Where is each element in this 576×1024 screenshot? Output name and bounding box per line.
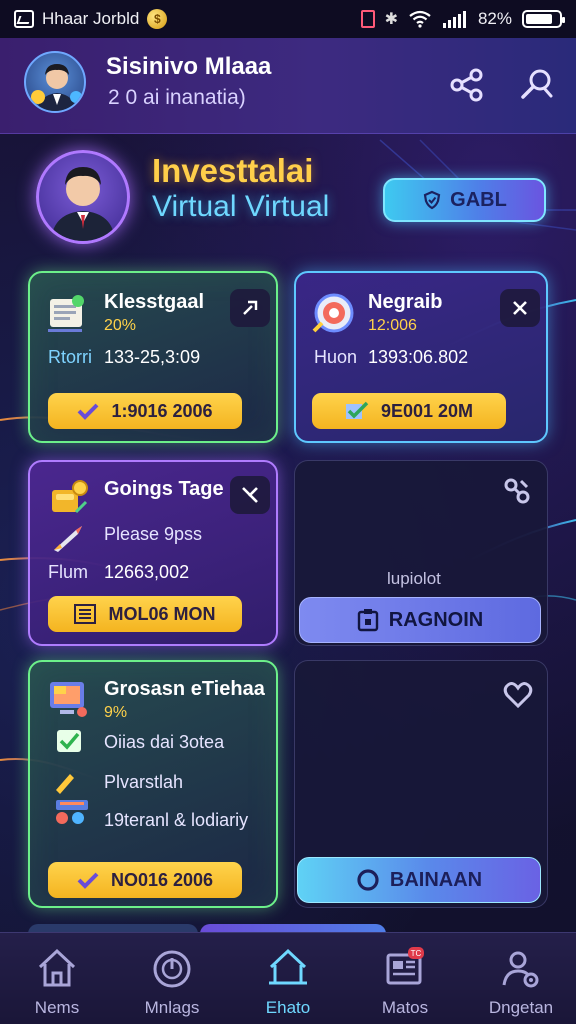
- card-yellow-button[interactable]: 9E001 20M: [312, 393, 506, 429]
- circle-icon: [357, 869, 379, 891]
- gallery-icon: [14, 10, 34, 28]
- card-check-line: Oiias dai 3otea: [104, 732, 225, 752]
- document-icon: [48, 295, 84, 332]
- shield-icon: [423, 190, 441, 210]
- coin-icon: $: [147, 9, 168, 29]
- nav-item-news[interactable]: TC Matos: [360, 945, 450, 1018]
- gauge-icon: [153, 950, 191, 988]
- card-yellow-button[interactable]: 1:9016 2006: [48, 393, 242, 429]
- link-icon[interactable]: [501, 475, 533, 507]
- home-icon: [38, 948, 76, 987]
- bluetooth-icon: ✱: [384, 11, 398, 28]
- profile-avatar[interactable]: [36, 150, 130, 244]
- rocket-icon: [54, 526, 82, 552]
- card-menu-button[interactable]: [230, 289, 270, 327]
- search-icon[interactable]: [518, 66, 556, 104]
- sim-icon: [360, 10, 375, 28]
- card-value: 133-25,3:09: [104, 347, 201, 367]
- card-percent: 9%: [104, 704, 128, 721]
- card-label: Flum: [48, 562, 88, 582]
- card-title: Negraib: [368, 291, 443, 313]
- news-icon: TC: [386, 947, 424, 985]
- profile-action-label: GABL: [450, 188, 507, 211]
- card-label: Huon: [314, 347, 358, 367]
- card-line: Please 9pss: [104, 524, 203, 544]
- tools-icon: [242, 487, 258, 503]
- card-title: Goings Tage: [104, 478, 224, 500]
- nav-item-profile[interactable]: Dngetan: [476, 945, 566, 1018]
- status-bar: Hhaar Jorbld $ ✱ 82%: [0, 0, 576, 38]
- wifi-icon: [409, 10, 431, 28]
- card-label: Rtorri: [48, 347, 92, 367]
- nav-item-gauge[interactable]: Mnlags: [127, 945, 217, 1018]
- card-investment-1[interactable]: Klesstgaal 20% Rtorri 133-25,3:09 1:9016…: [28, 271, 278, 443]
- checkbox-icon: [57, 730, 81, 752]
- heart-icon[interactable]: [503, 681, 533, 709]
- nav-item-active[interactable]: Ehato: [243, 945, 333, 1018]
- card-blue-button[interactable]: BAINAAN: [297, 857, 541, 903]
- signal-icon: [442, 11, 466, 28]
- card-empty-1[interactable]: lupiolot RAGNOIN: [294, 460, 548, 646]
- card-title: Grosasn eTiehaa: [104, 678, 265, 700]
- arrows-icon: [243, 300, 258, 315]
- card-investment-3[interactable]: Goings Tage Please 9pss Flum 12663,002 M…: [28, 460, 278, 646]
- header-title: Sisinivo Mlaaa: [106, 53, 272, 80]
- coins-icon: [52, 480, 88, 514]
- share-icon[interactable]: [448, 66, 486, 104]
- card-value: 12663,002: [104, 562, 190, 582]
- app-header: Sisinivo Mlaaa 2 0 ai inanatia): [0, 38, 576, 134]
- card-investment-2[interactable]: Negraib 12:006 Huon 1393:06.802 9E001 20…: [294, 271, 548, 443]
- card-yellow-button[interactable]: MOL06 MON: [48, 596, 242, 632]
- close-icon: [513, 301, 527, 315]
- card-blue-button[interactable]: RAGNOIN: [299, 597, 541, 643]
- card-title: Klesstgaal: [104, 291, 205, 313]
- card-caption: lupiolot: [387, 569, 441, 588]
- monitor-icon: [50, 682, 87, 717]
- card-empty-2[interactable]: BAINAAN: [294, 660, 548, 908]
- profile-action-button[interactable]: GABL: [383, 178, 546, 222]
- header-subtitle: 2 0 ai inanatia): [108, 86, 246, 109]
- card-yellow-button[interactable]: NO016 2006: [48, 862, 242, 898]
- card-line-2: Plvarstlah: [104, 772, 184, 792]
- card-line-3: 19teranl & lodiariy: [104, 810, 249, 830]
- card-value: 1393:06.802: [368, 347, 469, 367]
- check-icon: [345, 401, 369, 419]
- battery-icon: [522, 10, 565, 28]
- card-investment-5[interactable]: Grosasn eTiehaa 9% Oiias dai 3otea Plvar…: [28, 660, 278, 908]
- card-percent: 12:006: [368, 317, 417, 334]
- profile-name: Investtalai: [152, 152, 314, 189]
- user-gear-icon: [502, 951, 539, 988]
- tools-stack-icon: [56, 774, 88, 824]
- nav-item-home[interactable]: Nems: [12, 945, 102, 1018]
- card-close-button[interactable]: [500, 289, 540, 327]
- house-outline-icon: [269, 948, 307, 985]
- list-icon: [74, 604, 97, 624]
- check-icon: [78, 403, 99, 420]
- battery-percent: 82%: [477, 9, 512, 28]
- profile-subtitle: Virtual Virtual: [152, 190, 330, 223]
- target-icon: [312, 293, 354, 333]
- card-tools-button[interactable]: [230, 476, 270, 514]
- clipboard-icon: [357, 609, 378, 632]
- check-icon: [77, 872, 99, 889]
- bottom-nav: Nems Mnlags Ehato TC Matos Dngetan: [0, 932, 576, 1024]
- svg-text:TC: TC: [411, 949, 422, 958]
- card-percent: 20%: [104, 317, 137, 334]
- avatar[interactable]: [24, 51, 86, 113]
- status-app-name: Hhaar Jorbld: [42, 9, 140, 28]
